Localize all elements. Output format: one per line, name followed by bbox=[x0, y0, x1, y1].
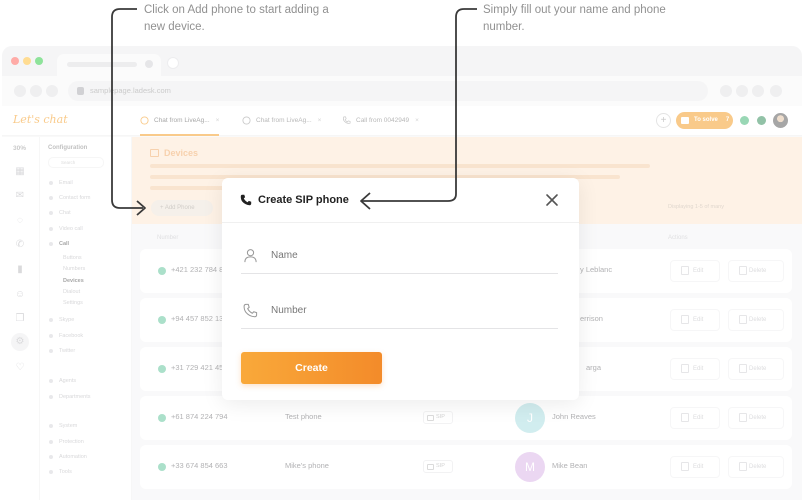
name-field[interactable]: Name bbox=[241, 240, 558, 274]
phone-icon bbox=[240, 194, 252, 206]
create-button[interactable]: Create bbox=[241, 352, 382, 384]
number-placeholder: Number bbox=[271, 305, 307, 316]
phone-icon bbox=[243, 303, 258, 318]
number-field[interactable]: Number bbox=[241, 295, 558, 329]
create-sip-phone-modal: Create SIP phone Name Number Create bbox=[222, 178, 579, 400]
modal-header: Create SIP phone bbox=[222, 178, 579, 223]
close-icon[interactable] bbox=[544, 192, 560, 208]
user-icon bbox=[244, 249, 257, 263]
name-placeholder: Name bbox=[271, 250, 298, 261]
modal-title: Create SIP phone bbox=[258, 194, 349, 206]
